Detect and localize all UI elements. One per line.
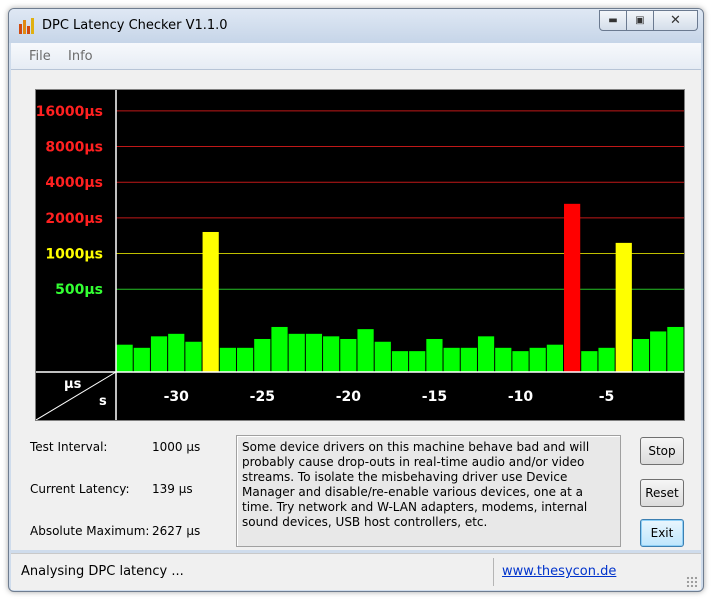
x-tick-label: -30 — [164, 389, 190, 405]
x-tick-label: -25 — [250, 389, 275, 405]
latency-bar — [667, 326, 684, 372]
latency-bar — [133, 347, 150, 372]
test-interval-value: 1000 µs — [152, 440, 201, 454]
latency-bar — [116, 344, 133, 372]
latency-bar — [546, 344, 564, 372]
latency-bar — [477, 336, 495, 372]
close-button[interactable]: ✕ — [654, 10, 698, 31]
latency-bar — [391, 351, 409, 372]
main-panel: 500µs 1000µs 2000µs 4000µs 8000µs 16000µs µs s -… — [11, 70, 701, 550]
exit-button[interactable]: Exit — [640, 519, 684, 547]
info-message: Some device drivers on this machine beha… — [236, 435, 621, 547]
latency-bar — [323, 336, 340, 372]
stop-button[interactable]: Stop — [640, 437, 684, 465]
latency-bar — [254, 338, 271, 372]
menu-file[interactable]: File — [29, 49, 51, 64]
minimize-button[interactable]: ▬ — [599, 10, 627, 31]
resize-grip-icon[interactable] — [686, 576, 697, 587]
latency-bar — [495, 347, 512, 372]
latency-bar — [460, 347, 477, 372]
latency-bar — [564, 203, 581, 372]
latency-bar — [598, 347, 615, 372]
latency-bar — [236, 347, 254, 372]
y-tick-label: 16000µs — [36, 104, 103, 120]
latency-bar — [340, 338, 357, 372]
test-interval-label: Test Interval: — [30, 440, 108, 454]
latency-bar — [357, 329, 374, 372]
app-bars-icon — [19, 18, 35, 34]
latency-bar — [426, 338, 443, 372]
y-tick-label: 500µs — [55, 282, 103, 298]
y-tick-label: 1000µs — [45, 247, 103, 263]
close-icon: ✕ — [670, 13, 681, 28]
minimize-icon: ▬ — [608, 15, 618, 26]
y-axis-unit-label: µs — [64, 377, 82, 392]
latency-bar — [529, 347, 546, 372]
latency-bar — [150, 336, 168, 372]
latency-bar — [512, 351, 529, 372]
maximize-button[interactable]: ▣ — [627, 10, 654, 31]
y-tick-label: 8000µs — [45, 140, 103, 156]
latency-bar — [443, 347, 460, 372]
x-axis-unit-label: s — [99, 394, 107, 409]
title-bar[interactable]: DPC Latency Checker V1.1.0 ▬ ▣ ✕ — [9, 9, 703, 43]
x-tick-label: -15 — [422, 389, 447, 405]
latency-bar — [615, 242, 632, 372]
menu-info[interactable]: Info — [68, 49, 93, 64]
current-latency-label: Current Latency: — [30, 482, 130, 496]
status-text: Analysing DPC latency ... — [21, 564, 184, 579]
latency-bar — [288, 333, 305, 372]
latency-bar — [632, 338, 650, 372]
latency-chart: 500µs 1000µs 2000µs 4000µs 8000µs 16000µs µs s -… — [35, 89, 685, 421]
x-tick-label: -5 — [599, 389, 615, 405]
x-tick-label: -20 — [336, 389, 362, 405]
latency-bar — [219, 347, 236, 372]
y-tick-label: 4000µs — [45, 175, 103, 191]
status-bar: Analysing DPC latency ... www.thesycon.d… — [11, 553, 701, 590]
app-window: DPC Latency Checker V1.1.0 ▬ ▣ ✕ File In… — [8, 8, 704, 592]
latency-bar — [581, 351, 598, 372]
latency-bar — [271, 326, 288, 372]
latency-bar — [650, 331, 667, 372]
latency-chart-svg: 500µs 1000µs 2000µs 4000µs 8000µs 16000µs µs s -… — [36, 90, 684, 421]
website-link[interactable]: www.thesycon.de — [502, 564, 616, 579]
current-latency-value: 139 µs — [152, 482, 193, 496]
caption-buttons: ▬ ▣ ✕ — [599, 10, 698, 31]
menu-bar: File Info — [11, 43, 701, 70]
x-tick-label: -10 — [508, 389, 534, 405]
latency-bar — [185, 341, 202, 372]
y-tick-label: 2000µs — [45, 211, 103, 227]
window-title: DPC Latency Checker V1.1.0 — [42, 18, 228, 33]
maximize-icon: ▣ — [635, 15, 645, 26]
latency-bar — [168, 333, 185, 372]
status-separator — [493, 558, 494, 586]
latency-bar — [409, 351, 426, 372]
latency-bar — [305, 333, 323, 372]
absolute-maximum-value: 2627 µs — [152, 524, 201, 538]
latency-readouts: Test Interval: 1000 µs Current Latency: … — [11, 440, 221, 550]
latency-bar — [374, 341, 391, 372]
absolute-maximum-label: Absolute Maximum: — [30, 524, 150, 538]
latency-bar — [202, 231, 219, 372]
reset-button[interactable]: Reset — [640, 479, 684, 507]
